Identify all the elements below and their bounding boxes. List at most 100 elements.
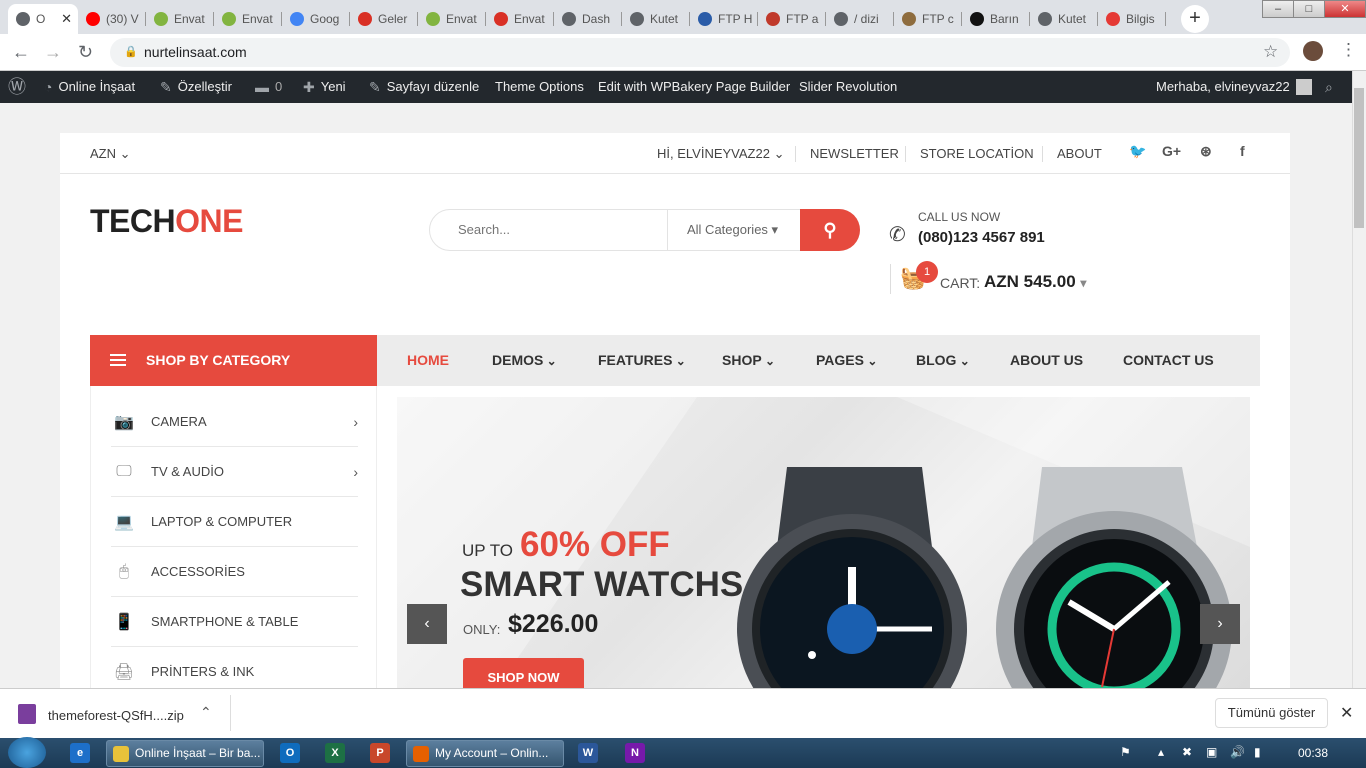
outlook-icon[interactable]: O [280, 743, 300, 763]
store-location-link[interactable]: STORE LOCATİON [920, 146, 1034, 161]
browser-tab[interactable]: Envat [214, 4, 282, 34]
browser-tab[interactable]: Dash [554, 4, 622, 34]
browser-tab[interactable]: (30) V [78, 4, 146, 34]
browser-tab[interactable]: O ✕ [8, 4, 78, 34]
onenote-icon[interactable]: N [625, 743, 645, 763]
nav-item-shop[interactable]: SHOP ⌄ [722, 335, 775, 386]
taskbar-firefox-window[interactable]: My Account – Onlin... [406, 740, 564, 767]
nav-item-pages[interactable]: PAGES ⌄ [816, 335, 877, 386]
twitter-icon[interactable]: 🐦 [1129, 143, 1146, 160]
word-icon[interactable]: W [578, 743, 598, 763]
wp-comments-link[interactable]: ▬ 0 [255, 71, 282, 103]
category-item[interactable]: 💻 LAPTOP & COMPUTER [111, 497, 358, 547]
signal-icon[interactable]: ▮ [1254, 745, 1261, 759]
globe-icon [562, 12, 576, 26]
search-input[interactable] [458, 222, 658, 237]
browser-tab[interactable]: FTP c [894, 4, 962, 34]
back-icon[interactable]: ← [12, 42, 30, 63]
profile-avatar[interactable] [1303, 41, 1323, 61]
facebook-icon[interactable]: f [1240, 143, 1245, 159]
wp-edit-page-link[interactable]: ✎ Sayfayı düzenle [369, 71, 479, 103]
action-center-icon[interactable]: ⚑ [1120, 745, 1131, 759]
browser-tab[interactable]: Envat [486, 4, 554, 34]
top-bar: AZN ⌄ Hİ, ELVİNEYVAZ22 ⌄ NEWSLETTER STOR… [60, 133, 1290, 174]
start-button[interactable] [8, 737, 46, 768]
reload-icon[interactable]: ↻ [78, 42, 93, 63]
browser-tab[interactable]: Envat [418, 4, 486, 34]
wp-site-link[interactable]: ◔ Online İnşaat [44, 71, 135, 103]
browser-tab[interactable]: FTP H [690, 4, 758, 34]
browser-tab[interactable]: / dizi [826, 4, 894, 34]
browser-tab[interactable]: FTP a [758, 4, 826, 34]
new-tab-button[interactable]: + [1181, 5, 1209, 33]
nav-item-about-us[interactable]: ABOUT US [1010, 335, 1083, 386]
browser-tab[interactable]: Geler [350, 4, 418, 34]
network-warning-icon[interactable]: ✖ [1182, 745, 1192, 759]
category-label: LAPTOP & COMPUTER [151, 514, 293, 529]
wp-account-link[interactable]: Merhaba, elvineyvaz22 [1156, 71, 1312, 103]
nav-item-demos[interactable]: DEMOS ⌄ [492, 335, 557, 386]
shop-by-category-button[interactable]: SHOP BY CATEGORY [90, 335, 377, 386]
dribbble-icon[interactable]: ⊛ [1200, 143, 1212, 160]
minimize-button[interactable]: – [1262, 0, 1294, 18]
bookmark-star-icon[interactable]: ☆ [1263, 42, 1278, 62]
category-item[interactable]: 🖵 TV & AUDİO › [111, 447, 358, 497]
slider-prev-button[interactable]: ‹ [407, 604, 447, 644]
nav-item-contact-us[interactable]: CONTACT US [1123, 335, 1214, 386]
google-plus-icon[interactable]: G+ [1162, 143, 1181, 159]
scrollbar-thumb[interactable] [1354, 88, 1364, 228]
nav-item-home[interactable]: HOME [407, 335, 449, 386]
site-logo[interactable]: TECHONE [90, 203, 243, 240]
menu-icon[interactable]: ⋮ [1340, 40, 1357, 60]
browser-tab[interactable]: Kutet [1030, 4, 1098, 34]
about-link[interactable]: ABOUT [1057, 146, 1102, 161]
taskbar-chrome-window[interactable]: Online İnşaat – Bir ba... [106, 740, 264, 767]
show-all-button[interactable]: Tümünü göster [1215, 698, 1328, 728]
chevron-right-icon: › [1217, 615, 1223, 632]
internet-explorer-icon[interactable]: e [70, 743, 90, 763]
newsletter-link[interactable]: NEWSLETTER [810, 146, 899, 161]
user-menu[interactable]: Hİ, ELVİNEYVAZ22 ⌄ [657, 146, 784, 162]
slide-discount: 60% OFF [520, 525, 670, 564]
firefox-icon [413, 746, 429, 762]
category-item[interactable]: 📷 CAMERA › [111, 397, 358, 447]
wp-slider-revolution-link[interactable]: Slider Revolution [799, 71, 897, 103]
cart-amount[interactable]: AZN 545.00 ▾ [984, 272, 1086, 292]
nav-item-features[interactable]: FEATURES ⌄ [598, 335, 686, 386]
download-filename[interactable]: themeforest-QSfH....zip [48, 708, 184, 723]
nav-item-blog[interactable]: BLOG ⌄ [916, 335, 970, 386]
wp-wpbakery-link[interactable]: Edit with WPBakery Page Builder [598, 71, 790, 103]
close-icon[interactable]: ✕ [1340, 703, 1353, 723]
wp-new-link[interactable]: ✚ Yeni [303, 71, 346, 103]
url-input[interactable]: 🔒 nurtelinsaat.com [110, 38, 1290, 67]
browser-tab[interactable]: Barın [962, 4, 1030, 34]
display-icon[interactable]: ▣ [1206, 745, 1217, 759]
volume-icon[interactable]: 🔊 [1230, 745, 1245, 759]
excel-icon[interactable]: X [325, 743, 345, 763]
wordpress-logo-icon[interactable]: Ⓦ [8, 71, 26, 103]
browser-tab[interactable]: Kutet [622, 4, 690, 34]
slider-next-button[interactable]: › [1200, 604, 1240, 644]
category-item[interactable]: 📱 SMARTPHONE & TABLE [111, 597, 358, 647]
category-item[interactable]: 🖱 ACCESSORİES [111, 547, 358, 597]
close-window-button[interactable]: ✕ [1324, 0, 1366, 18]
tab-close-icon[interactable]: ✕ [61, 11, 72, 27]
currency-select[interactable]: AZN ⌄ [90, 146, 131, 162]
show-hidden-icons-icon[interactable]: ▴ [1158, 745, 1164, 759]
phone-number[interactable]: (080)123 4567 891 [918, 229, 1045, 246]
category-select[interactable]: All Categories ▾ [667, 210, 802, 250]
search-button[interactable]: ⚲ [800, 209, 860, 251]
wp-theme-options-link[interactable]: Theme Options [495, 71, 584, 103]
address-bar: ← → ↻ 🔒 nurtelinsaat.com ☆ ⋮ [0, 34, 1366, 71]
browser-tab[interactable]: Goog [282, 4, 350, 34]
wp-customize-link[interactable]: ✎ Özelleştir [160, 71, 232, 103]
nav-label: SHOP [722, 352, 762, 368]
browser-tab[interactable]: Envat [146, 4, 214, 34]
taskbar-clock[interactable]: 00:38 [1298, 746, 1328, 760]
forward-icon[interactable]: → [44, 42, 62, 63]
wp-search-icon[interactable]: ⌕ [1325, 71, 1333, 103]
maximize-button[interactable]: □ [1293, 0, 1325, 18]
chevron-up-icon[interactable]: ⌃ [200, 704, 212, 721]
browser-tab[interactable]: Bilgis [1098, 4, 1166, 34]
powerpoint-icon[interactable]: P [370, 743, 390, 763]
